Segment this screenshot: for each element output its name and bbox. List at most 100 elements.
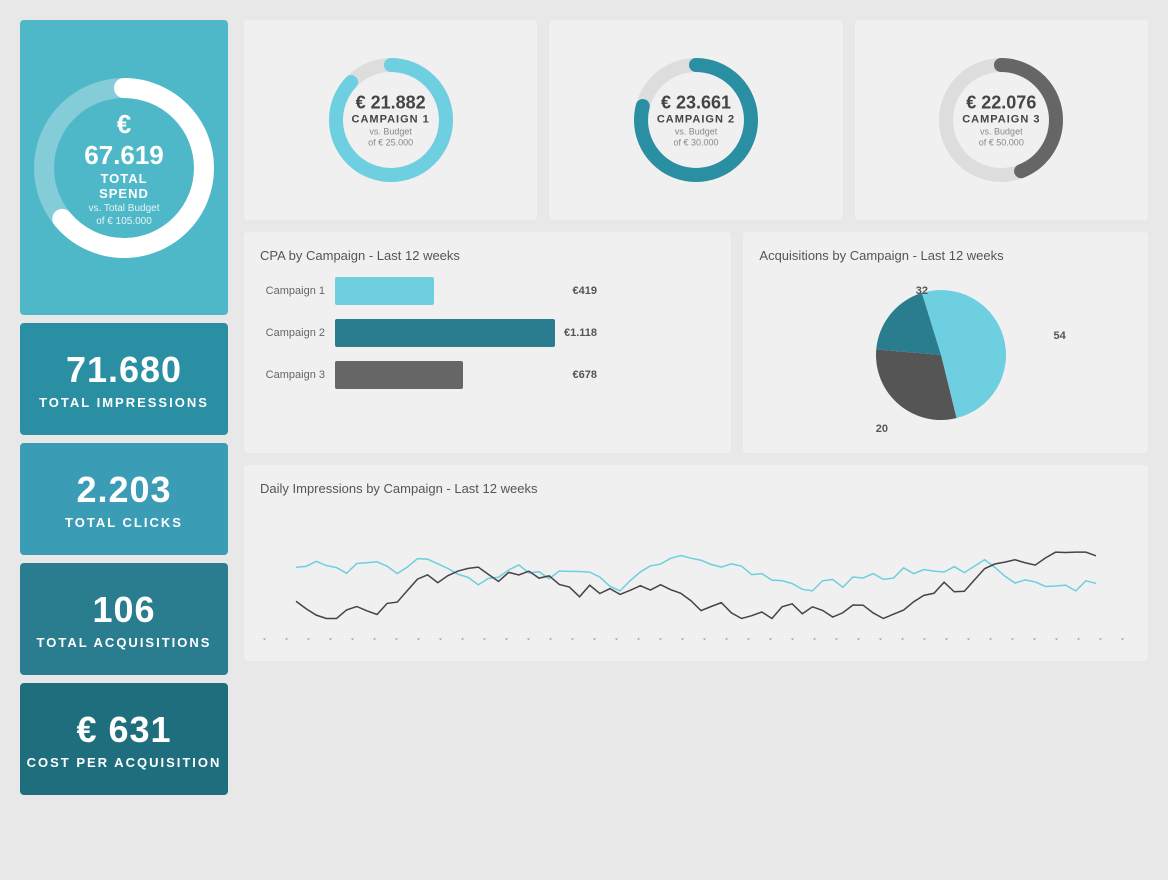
- cpa-card: € 631 COST PER ACQUISITION: [20, 683, 228, 795]
- charts-row: CPA by Campaign - Last 12 weeks Campaign…: [244, 232, 1148, 453]
- x-axis-label: 2016.02.08: [436, 638, 449, 642]
- x-axis-label: 2016.03.05: [722, 638, 735, 642]
- campaign-center-2: € 23.661 CAMPAIGN 2 vs. Budget of € 30.0…: [636, 93, 756, 148]
- spend-amount: € 67.619: [74, 109, 174, 171]
- campaign-sub2-2: of € 30.000: [636, 138, 756, 148]
- campaign-row: € 21.882 CAMPAIGN 1 vs. Budget of € 25.0…: [244, 20, 1148, 220]
- campaign-donut-1: € 21.882 CAMPAIGN 1 vs. Budget of € 25.0…: [316, 45, 466, 195]
- acquisitions-label: TOTAL ACQUISITIONS: [37, 635, 212, 650]
- pie-label-32: 32: [916, 285, 928, 297]
- x-axis-label: 2016.04.12: [1118, 638, 1131, 642]
- spend-label: TOTAL SPEND: [74, 171, 174, 201]
- x-axis-label: 2016.03.03: [700, 638, 713, 642]
- bar-fill-2: [335, 319, 555, 347]
- impressions-label: TOTAL IMPRESSIONS: [39, 395, 209, 410]
- x-axis-labels: 2016.01.21 2016.01.23 2016.01.25 2016.01.27…: [260, 638, 1132, 645]
- campaign-donut-3: € 22.076 CAMPAIGN 3 vs. Budget of € 50.0…: [926, 45, 1076, 195]
- x-axis-label: 2016.03.01: [678, 638, 691, 642]
- pie-label-54: 54: [1053, 330, 1065, 342]
- x-axis-label: 2016.02.18: [546, 638, 559, 642]
- x-axis-label: 2016.02.28: [656, 638, 669, 642]
- campaign-amount-2: € 23.661: [636, 93, 756, 114]
- x-axis-label: 2016.02.20: [568, 638, 581, 642]
- x-axis-label: 2016.02.06: [414, 638, 427, 642]
- line-campaign2: [296, 552, 1096, 618]
- campaign-label-3: CAMPAIGN 3: [941, 114, 1061, 126]
- spend-center: € 67.619 TOTAL SPEND vs. Total Budget of…: [74, 109, 174, 227]
- cpa-chart-title: CPA by Campaign - Last 12 weeks: [260, 248, 715, 263]
- campaign-sub1-2: vs. Budget: [636, 127, 756, 137]
- campaign-label-2: CAMPAIGN 2: [636, 114, 756, 126]
- x-axis-label: 2016.03.17: [854, 638, 867, 642]
- dashboard: € 67.619 TOTAL SPEND vs. Total Budget of…: [20, 20, 1148, 795]
- bar-fill-3: [335, 361, 463, 389]
- x-axis-label: 2016.01.21: [260, 638, 273, 642]
- impressions-number: 71.680: [66, 349, 182, 391]
- campaign-sub2-3: of € 50.000: [941, 138, 1061, 148]
- cpa-number: € 631: [76, 709, 171, 751]
- campaign-label-1: CAMPAIGN 1: [331, 114, 451, 126]
- line-campaign1: [296, 555, 1096, 590]
- line-svg: [260, 504, 1132, 634]
- bar-fill-1: [335, 277, 434, 305]
- x-axis-label: 2016.02.04: [392, 638, 405, 642]
- x-axis-label: 2016.02.10: [458, 638, 471, 642]
- left-column: € 67.619 TOTAL SPEND vs. Total Budget of…: [20, 20, 228, 795]
- x-axis-label: 2016.02.24: [612, 638, 625, 642]
- campaign-center-1: € 21.882 CAMPAIGN 1 vs. Budget of € 25.0…: [331, 93, 451, 148]
- cpa-bars: Campaign 1 €419 Campaign 2 €1.118 Campai…: [260, 277, 715, 389]
- bar-label-1: Campaign 1: [260, 285, 335, 297]
- campaign-amount-1: € 21.882: [331, 93, 451, 114]
- clicks-label: TOTAL CLICKS: [65, 515, 183, 530]
- bar-track-3: €678: [335, 361, 555, 389]
- acquisitions-card: 106 TOTAL ACQUISITIONS: [20, 563, 228, 675]
- cpa-bar-row-1: Campaign 1 €419: [260, 277, 715, 305]
- cpa-bar-row-2: Campaign 2 €1.118: [260, 319, 715, 347]
- clicks-number: 2.203: [76, 469, 171, 511]
- spend-sub1: vs. Total Budget: [74, 203, 174, 214]
- x-axis-label: 2016.02.22: [590, 638, 603, 642]
- campaign-sub1-1: vs. Budget: [331, 127, 451, 137]
- bar-label-2: Campaign 2: [260, 327, 335, 339]
- bar-value-2: €1.118: [564, 327, 597, 339]
- campaign-donut-2: € 23.661 CAMPAIGN 2 vs. Budget of € 30.0…: [621, 45, 771, 195]
- x-axis-label: 2016.01.23: [282, 638, 295, 642]
- x-axis-label: 2016.02.14: [502, 638, 515, 642]
- campaign-sub2-1: of € 25.000: [331, 138, 451, 148]
- campaign-card-1: € 21.882 CAMPAIGN 1 vs. Budget of € 25.0…: [244, 20, 537, 220]
- impressions-card: 71.680 TOTAL IMPRESSIONS: [20, 323, 228, 435]
- x-axis-label: 2016.03.19: [876, 638, 889, 642]
- cpa-bar-row-3: Campaign 3 €678: [260, 361, 715, 389]
- x-axis-label: 2016.04.08: [1074, 638, 1087, 642]
- x-axis-label: 2016.03.25: [942, 638, 955, 642]
- bar-track-2: €1.118: [335, 319, 555, 347]
- campaign-amount-3: € 22.076: [941, 93, 1061, 114]
- x-axis-label: 2016.03.07: [744, 638, 757, 642]
- x-axis-label: 2016.02.12: [480, 638, 493, 642]
- pie-svg: [856, 275, 1036, 435]
- x-axis-label: 2016.01.25: [304, 638, 317, 642]
- right-column: € 21.882 CAMPAIGN 1 vs. Budget of € 25.0…: [244, 20, 1148, 795]
- spend-card: € 67.619 TOTAL SPEND vs. Total Budget of…: [20, 20, 228, 315]
- acquisitions-number: 106: [92, 589, 155, 631]
- x-axis-label: 2016.01.27: [326, 638, 339, 642]
- x-axis-label: 2016.03.11: [788, 638, 801, 642]
- bar-track-1: €419: [335, 277, 555, 305]
- x-axis-label: 2016.02.16: [524, 638, 537, 642]
- campaign-card-2: € 23.661 CAMPAIGN 2 vs. Budget of € 30.0…: [549, 20, 842, 220]
- x-axis-label: 2016.04.10: [1096, 638, 1109, 642]
- cpa-chart: CPA by Campaign - Last 12 weeks Campaign…: [244, 232, 731, 453]
- x-axis-label: 2016.03.21: [898, 638, 911, 642]
- acq-chart: Acquisitions by Campaign - Last 12 weeks…: [743, 232, 1148, 453]
- spend-donut: € 67.619 TOTAL SPEND vs. Total Budget of…: [24, 68, 224, 268]
- campaign-center-3: € 22.076 CAMPAIGN 3 vs. Budget of € 50.0…: [941, 93, 1061, 148]
- acq-chart-title: Acquisitions by Campaign - Last 12 weeks: [759, 248, 1132, 263]
- line-chart-area: [260, 504, 1132, 634]
- campaign-sub1-3: vs. Budget: [941, 127, 1061, 137]
- pie-container: 54 32 20: [759, 277, 1132, 437]
- x-axis-label: 2016.03.15: [832, 638, 845, 642]
- bar-value-1: €419: [573, 285, 597, 297]
- x-axis-label: 2016.04.01: [1008, 638, 1021, 642]
- spend-sub2: of € 105.000: [74, 216, 174, 227]
- line-chart-card: Daily Impressions by Campaign - Last 12 …: [244, 465, 1148, 661]
